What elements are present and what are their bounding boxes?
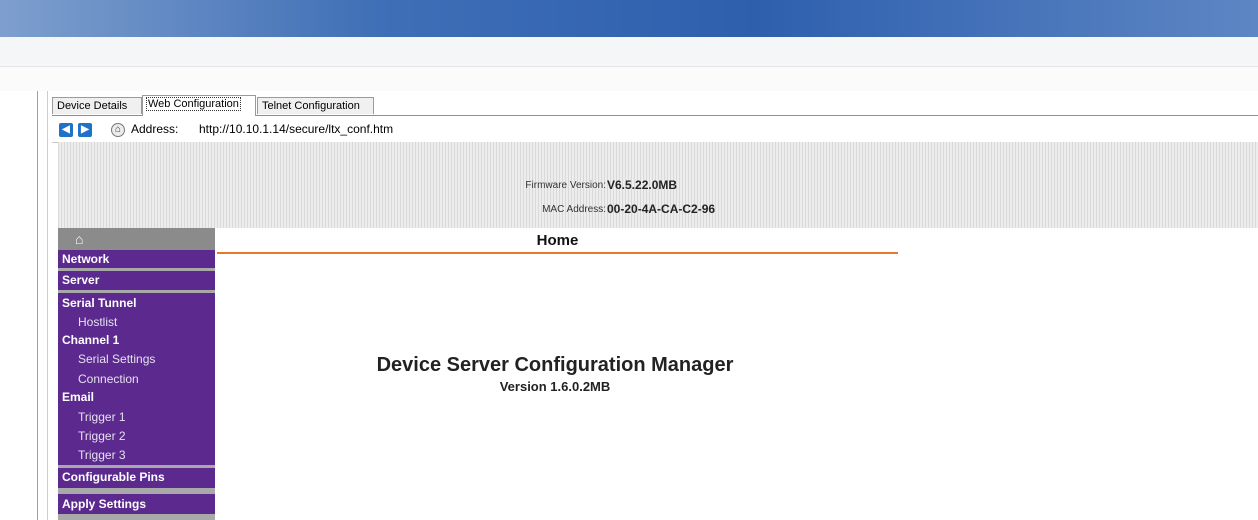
mac-address-value: 00-20-4A-CA-C2-96 bbox=[607, 202, 716, 216]
manager-version: Version 1.6.0.2MB bbox=[499, 379, 611, 394]
home-icon[interactable]: ⌂ bbox=[111, 123, 125, 137]
firmware-version-label: Firmware Version: bbox=[525, 180, 606, 191]
sidebar-item-connection[interactable]: Connection bbox=[58, 372, 215, 386]
sidebar-separator bbox=[58, 268, 215, 271]
tab-device-details-label: Device Details bbox=[57, 100, 128, 112]
mac-address-label: MAC Address: bbox=[542, 204, 606, 215]
sidebar-item-email[interactable]: Email bbox=[58, 390, 215, 404]
sidebar-item-server[interactable]: Server bbox=[58, 273, 215, 287]
sidebar-item-serial-tunnel[interactable]: Serial Tunnel bbox=[58, 296, 215, 310]
sidebar-item-trigger-3[interactable]: Trigger 3 bbox=[58, 448, 215, 462]
sidebar-separator bbox=[58, 290, 215, 293]
left-divider bbox=[37, 91, 38, 520]
toolbar-strip bbox=[0, 37, 1258, 67]
toolbar-strip-secondary bbox=[0, 67, 1258, 91]
page-heading: Home bbox=[536, 232, 579, 249]
tab-device-details[interactable]: Device Details bbox=[52, 97, 142, 114]
window-title-bar bbox=[0, 0, 1258, 37]
address-bar: ◀ ▶ ⌂ Address: http://10.10.1.14/secure/… bbox=[52, 116, 1258, 143]
sidebar-item-network[interactable]: Network bbox=[58, 252, 215, 266]
sidebar-item-hostlist[interactable]: Hostlist bbox=[58, 315, 215, 329]
tab-web-configuration[interactable]: Web Configuration bbox=[142, 95, 256, 116]
forward-arrow-icon[interactable]: ▶ bbox=[78, 123, 92, 137]
sidebar-separator bbox=[58, 488, 215, 494]
sidebar-item-trigger-2[interactable]: Trigger 2 bbox=[58, 429, 215, 443]
firmware-version-value: V6.5.22.0MB bbox=[607, 178, 678, 192]
sidebar-item-configurable-pins[interactable]: Configurable Pins bbox=[58, 470, 215, 484]
sidebar-separator bbox=[58, 465, 215, 468]
manager-title: Device Server Configuration Manager bbox=[376, 354, 734, 376]
tab-telnet-configuration-label: Telnet Configuration bbox=[262, 100, 360, 112]
tab-web-configuration-label: Web Configuration bbox=[146, 97, 241, 111]
address-url[interactable]: http://10.10.1.14/secure/ltx_conf.htm bbox=[199, 122, 393, 136]
sidebar-nav: ⌂ Network Server Serial Tunnel Hostlist … bbox=[58, 228, 215, 520]
sidebar-item-apply-settings[interactable]: Apply Settings bbox=[58, 497, 215, 511]
device-info-band: Firmware Version: V6.5.22.0MB MAC Addres… bbox=[58, 142, 1258, 228]
heading-underline bbox=[217, 252, 898, 254]
address-label: Address: bbox=[131, 122, 179, 136]
sidebar-separator bbox=[58, 514, 215, 520]
back-arrow-icon[interactable]: ◀ bbox=[59, 123, 73, 137]
sidebar-item-trigger-1[interactable]: Trigger 1 bbox=[58, 410, 215, 424]
tab-strip: Device Details Web Configuration Telnet … bbox=[52, 95, 1258, 116]
sidebar-item-serial-settings[interactable]: Serial Settings bbox=[58, 352, 215, 366]
tab-telnet-configuration[interactable]: Telnet Configuration bbox=[257, 97, 374, 114]
left-divider-inner bbox=[47, 91, 48, 520]
sidebar-home-icon[interactable]: ⌂ bbox=[58, 228, 215, 250]
sidebar-item-channel-1[interactable]: Channel 1 bbox=[58, 333, 215, 347]
